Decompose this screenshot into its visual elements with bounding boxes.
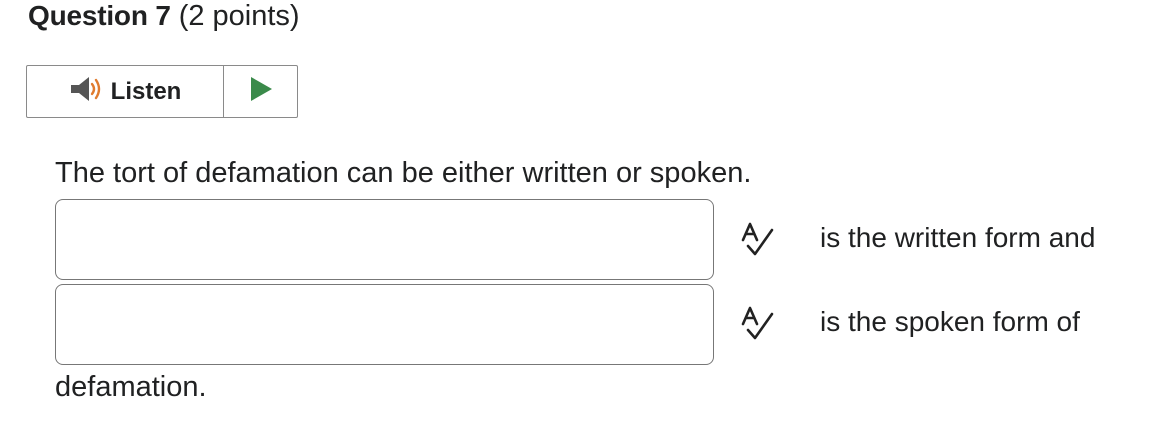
question-prompt: The tort of defamation can be either wri… <box>55 157 752 189</box>
question-header: Question 7 (2 points) <box>28 0 300 44</box>
blank-1-trailing-text: is the written form and <box>820 222 1096 253</box>
speaker-icon <box>69 75 103 108</box>
blank-input-2[interactable] <box>55 284 714 365</box>
question-ending: defamation. <box>55 371 207 403</box>
play-icon <box>249 76 273 107</box>
listen-label: Listen <box>110 77 182 105</box>
blank-input-1[interactable] <box>55 199 714 280</box>
question-title: Question 7 <box>28 0 171 31</box>
question-points: (2 points) <box>178 0 300 32</box>
spellcheck-icon[interactable] <box>738 305 778 345</box>
listen-widget: Listen <box>26 65 298 118</box>
spellcheck-icon[interactable] <box>738 221 778 261</box>
blank-2-trailing-text: is the spoken form of <box>820 306 1080 337</box>
listen-button[interactable]: Listen <box>27 66 224 117</box>
play-button[interactable] <box>224 66 297 117</box>
